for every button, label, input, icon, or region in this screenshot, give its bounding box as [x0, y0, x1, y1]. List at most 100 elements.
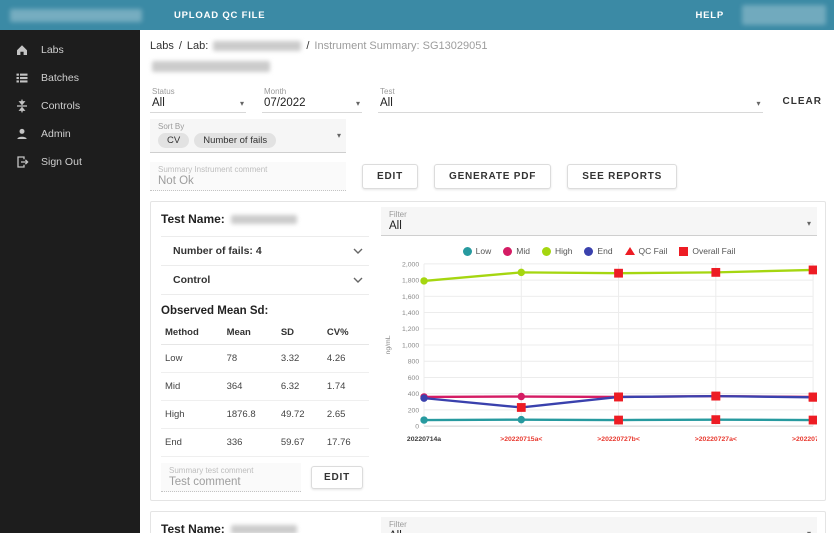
test-details-panel: Test Name: Number of fails: 4: [151, 512, 377, 533]
svg-text:ng/mL: ng/mL: [385, 335, 392, 354]
upload-qc-file-button[interactable]: UPLOAD QC FILE: [174, 10, 265, 21]
sidebar-item-labs[interactable]: Labs: [0, 36, 140, 64]
svg-text:>20220727a<: >20220727a<: [695, 436, 737, 443]
svg-text:0: 0: [415, 424, 419, 431]
chart-filter-select[interactable]: Filter All ▾: [381, 517, 817, 533]
legend-label: End: [597, 246, 613, 256]
sidebar-item-batches[interactable]: Batches: [0, 64, 140, 92]
svg-text:20220714a: 20220714a: [407, 436, 441, 443]
app-bar: UPLOAD QC FILE HELP: [0, 0, 834, 30]
test-comment-row: Summary test comment Test comment EDIT: [161, 463, 369, 492]
test-value: All: [380, 97, 393, 109]
test-name-label: Test Name:: [161, 212, 225, 226]
legend-label: QC Fail: [638, 246, 668, 256]
test-name-redacted: [230, 214, 297, 224]
table-cell: 1.74: [322, 372, 369, 401]
table-cell: 4.26: [322, 344, 369, 373]
table-row: End 336 59.67 17.76: [161, 428, 369, 457]
sidebar-item-admin[interactable]: Admin: [0, 120, 140, 148]
app-title-redacted: [10, 8, 142, 22]
legend-item: End: [584, 246, 613, 256]
controls-icon: [17, 99, 27, 113]
breadcrumb-lab-name-redacted: [213, 41, 302, 51]
instrument-comment-field[interactable]: Summary Instrument comment Not Ok: [150, 162, 346, 191]
table-cell: High: [161, 400, 223, 429]
sort-by-label: Sort By: [158, 122, 185, 131]
test-select[interactable]: Test All ▾: [378, 87, 763, 113]
sidebar-item-controls[interactable]: Controls: [0, 92, 140, 120]
svg-text:>20220727b<: >20220727b<: [597, 436, 640, 443]
edit-test-comment-button[interactable]: EDIT: [311, 466, 363, 489]
dropdown-arrow-icon: ▾: [756, 99, 761, 108]
series-dot-icon: [462, 246, 472, 256]
control-label: Control: [173, 274, 211, 286]
instrument-comment-row: Summary Instrument comment Not Ok EDIT G…: [150, 162, 826, 191]
table-cell: 78: [222, 344, 277, 373]
legend-item: High: [541, 246, 573, 256]
legend-item: Low: [462, 246, 491, 256]
table-cell: 17.76: [322, 428, 369, 457]
instrument-comment-label: Summary Instrument comment: [158, 165, 268, 174]
account-button-redacted[interactable]: [742, 5, 826, 25]
series-dot-icon: [584, 246, 594, 256]
sidebar-item-sign-out[interactable]: Sign Out: [0, 148, 140, 176]
table-cell: 59.67: [276, 428, 323, 457]
status-select[interactable]: Status All ▾: [150, 87, 246, 113]
svg-text:1,600: 1,600: [402, 294, 419, 301]
help-button[interactable]: HELP: [695, 10, 724, 21]
month-label: Month: [264, 87, 287, 96]
chart-filter-select[interactable]: Filter All ▾: [381, 207, 817, 236]
generate-pdf-button[interactable]: GENERATE PDF: [433, 164, 552, 189]
sidebar-item-label: Controls: [41, 100, 81, 112]
table-row: Mid 364 6.32 1.74: [161, 372, 369, 401]
table-row: High 1876.8 49.72 2.65: [161, 400, 369, 429]
sort-by-select[interactable]: Sort By CV Number of fails ▾: [150, 119, 346, 153]
chart-legend: Low Mid High End QC Fail Overall Fail: [381, 246, 817, 256]
clear-filters-button[interactable]: CLEAR: [779, 96, 826, 113]
sign-out-icon: [17, 156, 29, 168]
person-icon: [17, 128, 27, 139]
table-header: Mean: [222, 321, 277, 345]
number-of-fails-expander[interactable]: Number of fails: 4: [161, 236, 369, 266]
test-comment-label: Summary test comment: [169, 466, 254, 475]
sidebar-item-label: Sign Out: [41, 156, 82, 168]
test-section-card: Test Name: Number of fails: 4 Control Ob…: [150, 201, 826, 501]
test-label: Test: [380, 87, 395, 96]
filter-row: Status All ▾ Month 07/2022 ▾ Test All ▾ …: [150, 87, 826, 113]
qc-fail-triangle-icon: [624, 247, 635, 255]
breadcrumb-separator: /: [306, 40, 310, 52]
table-cell: 2.65: [322, 400, 369, 429]
sidebar-item-label: Labs: [41, 44, 64, 56]
test-comment-field[interactable]: Summary test comment Test comment: [161, 463, 301, 492]
table-cell: 336: [222, 428, 277, 457]
legend-item: QC Fail: [624, 246, 668, 256]
control-expander[interactable]: Control: [161, 266, 369, 295]
test-comment-value: Test comment: [169, 476, 241, 488]
breadcrumb-separator: /: [178, 40, 182, 52]
edit-instrument-comment-button[interactable]: EDIT: [362, 164, 418, 189]
dropdown-arrow-icon: ▾: [336, 131, 341, 140]
svg-text:2,000: 2,000: [402, 261, 419, 268]
observed-mean-sd-title: Observed Mean Sd:: [161, 305, 269, 317]
observed-mean-sd-table: Method Mean SD CV% Low 78 3.32 4.26 Mid 364 6.32 1…: [161, 321, 369, 457]
svg-text:200: 200: [408, 407, 420, 414]
status-value: All: [152, 97, 165, 109]
table-header: Method: [161, 321, 223, 345]
sort-chip[interactable]: CV: [158, 133, 190, 148]
table-cell: Mid: [161, 372, 223, 401]
chart-panel: Filter All ▾ LowMidHighEndQC FailOverall…: [377, 202, 825, 500]
breadcrumb-labs-link[interactable]: Labs: [150, 40, 174, 52]
qc-line-chart[interactable]: 0 200 400 600 800 1,000 1,200 1,400 1,600 1,800 2,…: [381, 258, 817, 452]
number-of-fails-label: Number of fails: 4: [173, 245, 262, 257]
see-reports-button[interactable]: SEE REPORTS: [567, 164, 678, 189]
legend-label: High: [554, 246, 573, 256]
test-section-card: Test Name: Number of fails: 4 Filter All…: [150, 511, 826, 533]
breadcrumb: Labs / Lab: / Instrument Summary: SG1302…: [150, 40, 826, 52]
chart-panel: Filter All ▾ LowMidHighEndQC FailOverall…: [377, 512, 825, 533]
test-name-redacted: [230, 524, 297, 533]
dropdown-arrow-icon: ▾: [806, 219, 811, 228]
sort-chip[interactable]: Number of fails: [194, 133, 277, 148]
legend-item: Mid: [503, 246, 530, 256]
table-cell: Low: [161, 344, 223, 373]
month-select[interactable]: Month 07/2022 ▾: [262, 87, 362, 113]
